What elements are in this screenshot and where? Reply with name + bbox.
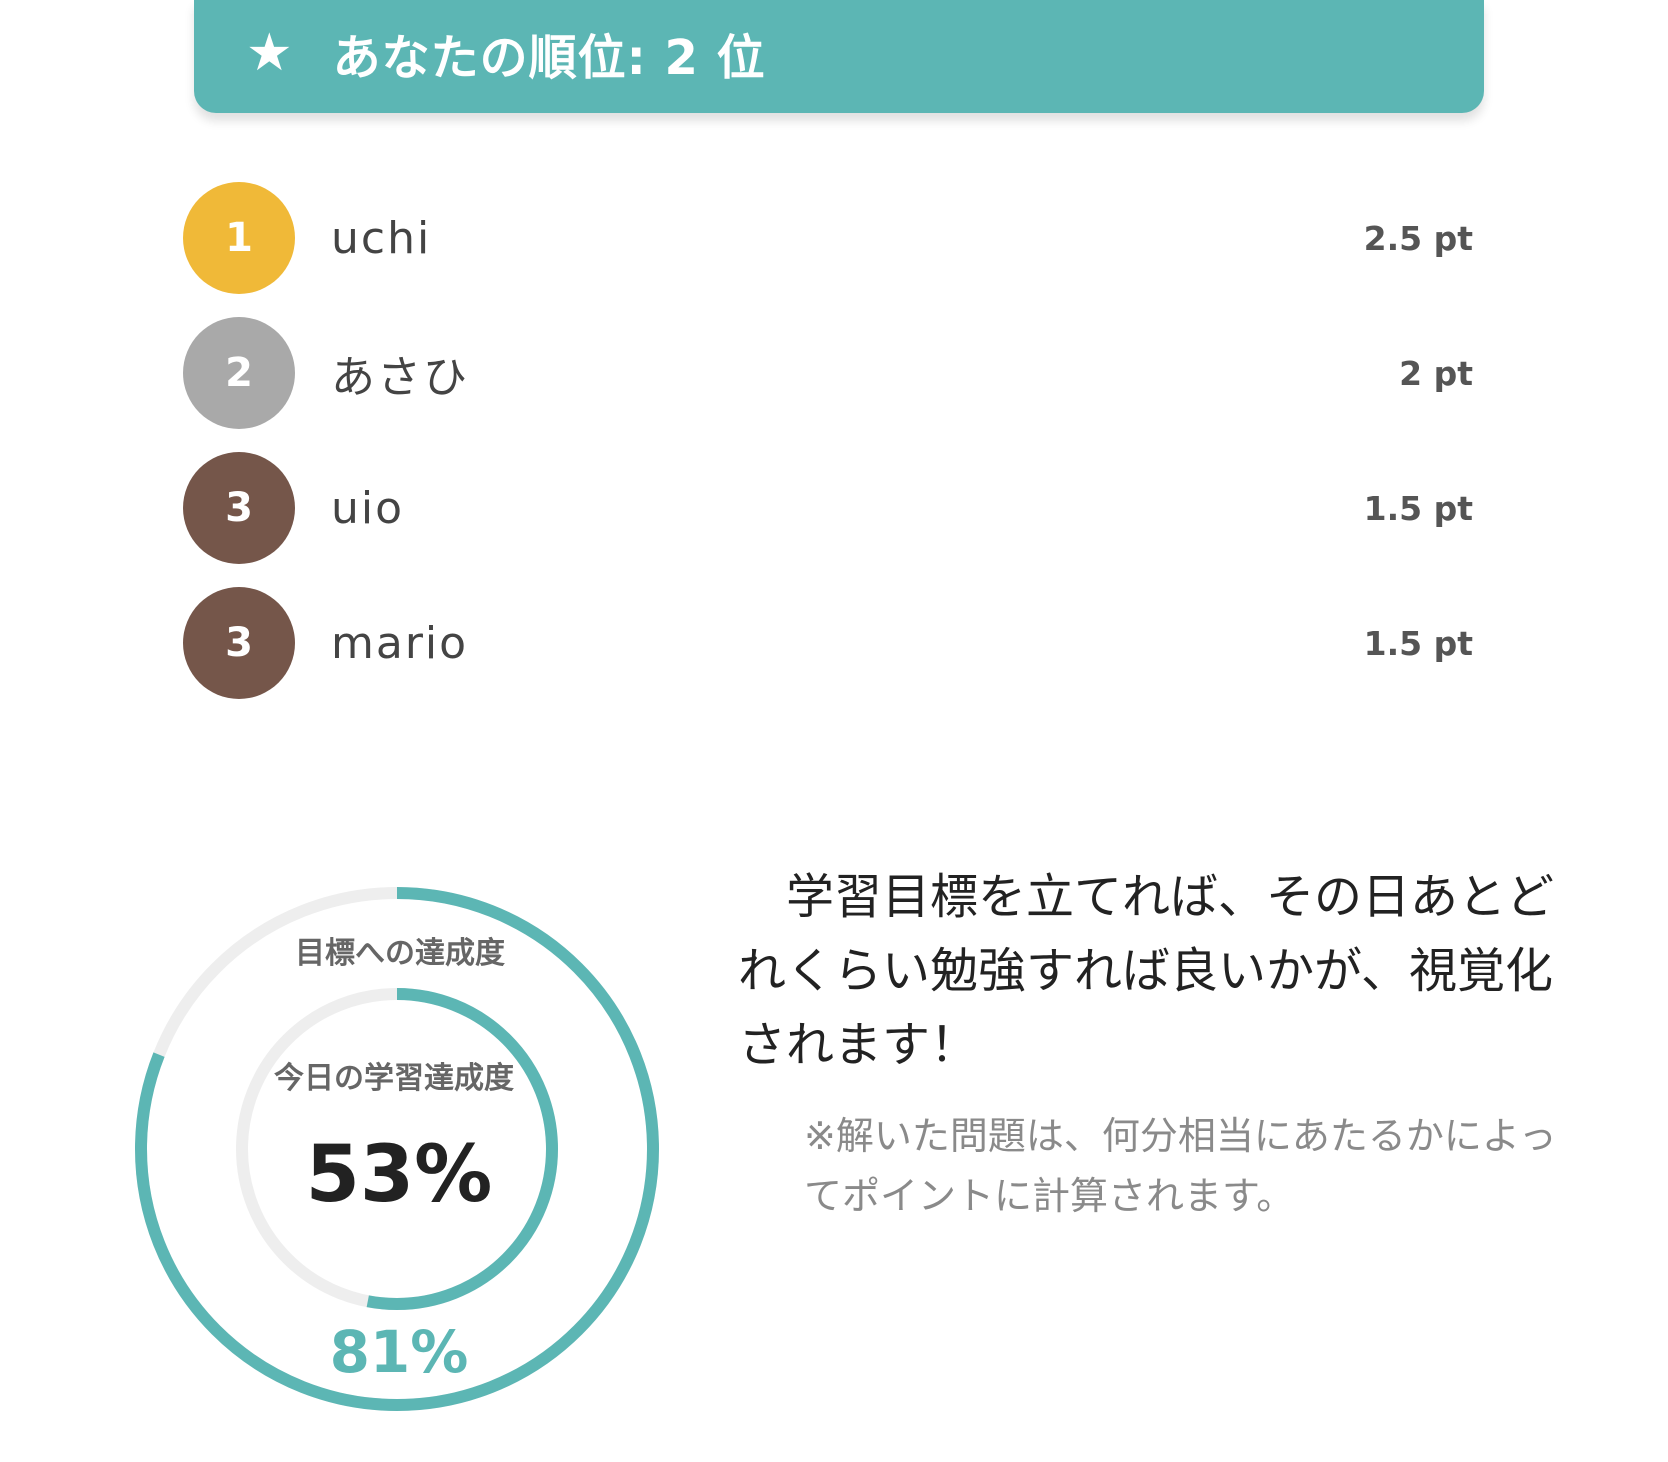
user-name: mario [331,617,469,669]
daily-achievement-label: 今日の学習達成度 [274,1061,514,1096]
ranking-row: 3 mario 1.5 pt [183,587,1473,722]
rank-badge: 2 [183,317,295,429]
user-name: uio [331,482,405,534]
user-points: 1.5 pt [1363,488,1473,528]
rank-badge: 1 [183,182,295,294]
my-rank-text: あなたの順位: 2 位 [332,29,766,86]
goal-achievement-label: 目標への達成度 [295,936,505,971]
my-rank-banner: ★ あなたの順位: 2 位 [194,0,1484,113]
user-points: 2 pt [1399,353,1473,393]
achievement-gauge: 目標への達成度 今日の学習達成度 53% 81% [120,868,678,1423]
rank-badge: 3 [183,587,295,699]
user-name: uchi [331,212,432,264]
star-icon: ★ [246,22,293,83]
user-name: あさひ [331,352,469,403]
goal-achievement-value: 81% [329,1318,469,1386]
ranking-row: 2 あさひ 2 pt [183,317,1473,452]
points-note: ※解いた問題は、何分相当にあたるかによってポイントに計算されます。 [804,1114,1557,1218]
ranking-list: 1 uchi 2.5 pt 2 あさひ 2 pt 3 uio 1.5 pt 3 … [183,182,1473,722]
ranking-row: 3 uio 1.5 pt [183,452,1473,587]
user-points: 1.5 pt [1363,623,1473,663]
daily-achievement-value: 53% [305,1130,493,1220]
feature-description: 学習目標を立てれば、その日あとどれくらい勉強すれば良いかが、視覚化されます！ [738,869,1555,1073]
user-points: 2.5 pt [1363,218,1473,258]
ranking-row: 1 uchi 2.5 pt [183,182,1473,317]
rank-badge: 3 [183,452,295,564]
